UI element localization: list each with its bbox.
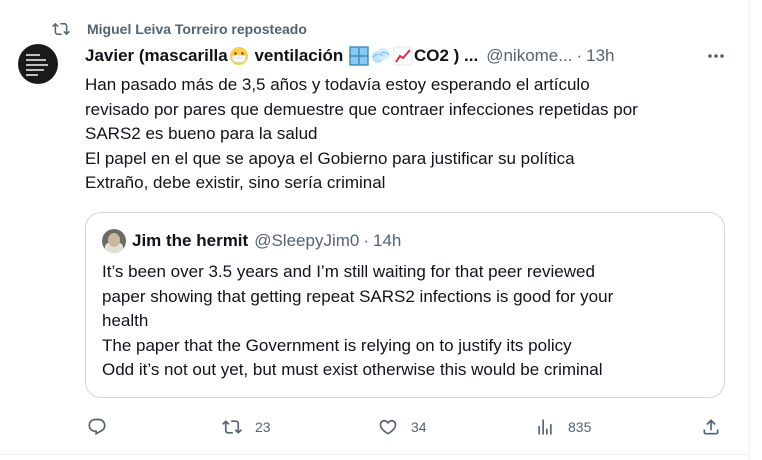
reply-button[interactable]: [87, 414, 107, 440]
tweet-timestamp[interactable]: 13h: [586, 46, 614, 66]
repost-icon: [52, 22, 70, 36]
quoted-tweet-header: Jim the hermit @SleepyJim0 · 14h: [102, 229, 401, 253]
reply-icon: [88, 418, 106, 436]
avatar-detail: [26, 59, 46, 61]
quoted-text-line: health: [102, 311, 149, 330]
quoted-text-line: The paper that the Government is relying…: [102, 335, 572, 355]
window-emoji: [349, 46, 369, 66]
tweet-text-line: Han pasado más de 3,5 años y todavía est…: [85, 75, 590, 94]
quoted-text-line: paper showing that getting repeat SARS2 …: [102, 286, 614, 306]
views-icon: [538, 419, 552, 435]
dash-emoji: [371, 48, 390, 64]
views-button[interactable]: 835: [535, 414, 591, 440]
tweet-header: Javier (mascarilla ventilación CO2 ) ...…: [85, 44, 725, 68]
mask-emoji: [229, 47, 248, 66]
avatar-detail: [26, 74, 38, 76]
share-icon: [703, 419, 719, 435]
action-bar: 23 34 835: [85, 414, 725, 440]
author-name-part[interactable]: Javier (mascarilla: [85, 46, 228, 65]
quoted-tweet-text: It’s been over 3.5 years and I’m still w…: [102, 260, 712, 383]
more-icon[interactable]: [705, 47, 727, 65]
tweet-text-line: SARS2 es bueno para la salud: [85, 124, 318, 143]
like-button[interactable]: 34: [378, 414, 427, 440]
avatar-detail: [26, 54, 40, 56]
quoted-author-avatar: [102, 229, 126, 253]
avatar-detail: [26, 64, 48, 66]
column-divider: [749, 0, 750, 460]
quoted-tweet-timestamp: 14h: [373, 231, 402, 250]
tweet-text-line: El papel en el que se apoya el Gobierno …: [85, 148, 575, 168]
author-handle[interactable]: @nikome...: [486, 46, 572, 66]
like-count: 34: [411, 419, 427, 435]
quoted-text-line: It’s been over 3.5 years and I’m still w…: [102, 262, 595, 281]
tweet-divider: [0, 454, 750, 455]
like-icon: [379, 419, 397, 435]
quoted-tweet[interactable]: Jim the hermit @SleepyJim0 · 14h It’s be…: [85, 212, 725, 398]
repost-icon: [222, 420, 242, 434]
views-count: 835: [568, 419, 592, 435]
repost-indicator[interactable]: Miguel Leiva Torreiro reposteado: [52, 19, 307, 39]
quoted-author-handle: @SleepyJim0: [254, 231, 360, 250]
avatar-detail: [108, 233, 120, 247]
repost-count: 23: [255, 419, 271, 435]
repost-button[interactable]: 23: [222, 414, 271, 440]
chart-increasing-emoji: [393, 46, 413, 66]
author-name-part[interactable]: CO2 ) ...: [414, 46, 478, 65]
author-name-part[interactable]: ventilación: [250, 46, 348, 65]
tweet-text: Han pasado más de 3,5 años y todavía est…: [85, 73, 735, 196]
share-button[interactable]: [701, 414, 721, 440]
quoted-text-line: Odd it’s not out yet, but must exist oth…: [102, 360, 603, 379]
separator-dot: ·: [363, 231, 370, 250]
tweet-text-line: revisado por pares que demuestre que con…: [85, 99, 638, 119]
tweet-text-line: Extraño, debe existir, sino sería crimin…: [85, 173, 386, 192]
author-avatar[interactable]: [18, 44, 58, 84]
avatar-detail: [26, 69, 44, 71]
repost-text[interactable]: Miguel Leiva Torreiro reposteado: [87, 21, 307, 37]
author-name[interactable]: Javier (mascarilla ventilación CO2 ) ...: [85, 46, 478, 67]
separator-dot: ·: [576, 46, 583, 65]
quoted-author-name: Jim the hermit: [132, 231, 249, 250]
